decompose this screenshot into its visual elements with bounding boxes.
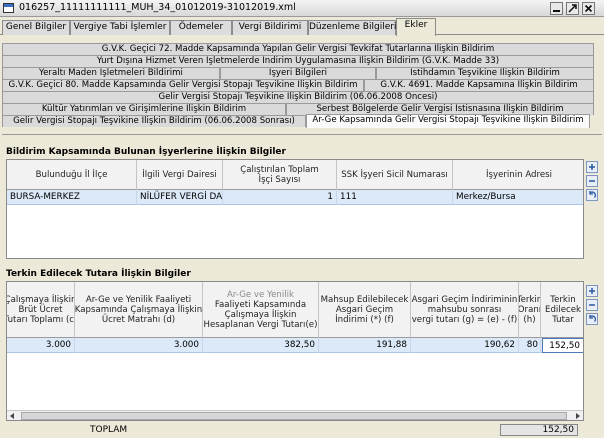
subtab-isyeri-bilgileri[interactable]: İşyeri Bilgileri	[220, 67, 376, 79]
subtab-gvk-gecici-80[interactable]: G.V.K. Geçici 80. Madde Kapsamında Gelir…	[2, 79, 364, 91]
undo-icon[interactable]	[586, 313, 598, 325]
deduction-grid: Çalışmaya İlişkin Brüt Ücret Tutarı Topl…	[6, 281, 584, 421]
main-tab-bar: Genel Bilgiler Vergiye Tabi İşlemler Öde…	[0, 18, 604, 36]
col-ssk-sicil[interactable]: SSK İşyeri Sicil Numarası	[337, 160, 453, 190]
col-terkin-orani[interactable]: Terkin Oranı (h)	[519, 282, 541, 338]
window-icon	[3, 3, 14, 13]
col-asgari-gecim[interactable]: Mahsup Edilebilecek Asgari Geçim İndirim…	[319, 282, 411, 338]
col-hesaplanan-vergi[interactable]: Ar-Ge ve Yenilik Faaliyeti Kapsamında Ça…	[203, 282, 319, 338]
tab-odemeler[interactable]: Ödemeler	[170, 20, 232, 35]
cell-brut-ucret[interactable]: 3.000	[7, 338, 75, 353]
add-row-icon[interactable]	[586, 161, 598, 173]
close-icon[interactable]	[582, 2, 595, 15]
deduction-header: Çalışmaya İlişkin Brüt Ücret Tutarı Topl…	[7, 282, 583, 338]
cell-il-ilce[interactable]: BURSA-MERKEZ	[7, 190, 137, 205]
cell-ssk-sicil[interactable]: 111	[337, 190, 453, 205]
col-ucret-matrahi[interactable]: Ar-Ge ve Yenilik Faaliyeti Kapsamında Ça…	[75, 282, 203, 338]
subtab-kultur-yatirimlari[interactable]: Kültür Yatırımları ve Girişimlerine İliş…	[2, 103, 286, 115]
tab-duzenleme-bilgileri[interactable]: Düzenleme Bilgileri	[308, 20, 396, 35]
delete-row-icon[interactable]	[586, 175, 598, 187]
tab-genel-bilgiler[interactable]: Genel Bilgiler	[2, 20, 70, 35]
workplaces-header: Bulunduğu İl İlçe İlgili Vergi Dairesi Ç…	[7, 160, 583, 190]
horizontal-scrollbar[interactable]	[7, 410, 583, 420]
scroll-right-icon[interactable]	[572, 411, 583, 420]
window-title: 016257_11111111111_MUH_34_01012019-31012…	[19, 2, 296, 13]
table-row[interactable]: BURSA-MERKEZ NİLÜFER VERGİ DAİ... 1 111 …	[7, 190, 583, 205]
col-vergi-tutari-g[interactable]: Asgari Geçim İndiriminin mahsubu sonrası…	[411, 282, 519, 338]
maximize-icon[interactable]	[566, 2, 579, 15]
col-isci-sayisi[interactable]: Çalıştırılan Toplam İşçi Sayısı	[223, 160, 337, 190]
cell-hesaplanan-vergi[interactable]: 382,50	[203, 338, 319, 353]
col-brut-ucret[interactable]: Çalışmaya İlişkin Brüt Ücret Tutarı Topl…	[7, 282, 75, 338]
workplaces-grid: Bulunduğu İl İlçe İlgili Vergi Dairesi Ç…	[6, 159, 584, 259]
scroll-thumb[interactable]	[21, 412, 567, 420]
scroll-left-icon[interactable]	[7, 411, 18, 420]
subtab-stopaj-oncesi[interactable]: Gelir Vergisi Stopajı Teşvikine İlişkin …	[2, 91, 594, 103]
delete-row-icon[interactable]	[586, 299, 598, 311]
subtab-istihdam-tesvik[interactable]: İstihdamın Teşvikine İlişkin Bildirim	[376, 67, 594, 79]
col-isyeri-adresi[interactable]: İşyerinin Adresi	[453, 160, 583, 190]
subtab-gvk-4691[interactable]: G.V.K. 4691. Madde Kapsamına İlişkin Bil…	[364, 79, 594, 91]
subtab-ar-ge[interactable]: Ar-Ge Kapsamında Gelir Vergisi Stopajı T…	[306, 114, 590, 128]
tab-vergi-bildirimi[interactable]: Vergi Bildirimi	[232, 20, 308, 35]
deduction-title: Terkin Edilecek Tutara İlişkin Bilgiler	[6, 269, 191, 279]
add-row-icon[interactable]	[586, 285, 598, 297]
cell-isyeri-adresi[interactable]: Merkez/Bursa	[453, 190, 583, 205]
total-value: 152,50	[500, 424, 578, 436]
workplaces-title: Bildirim Kapsamında Bulunan İşyerlerine …	[6, 147, 286, 157]
totals-bar: TOPLAM 152,50	[2, 423, 602, 437]
total-label: TOPLAM	[90, 425, 128, 435]
cell-ucret-matrahi[interactable]: 3.000	[75, 338, 203, 353]
ar-ge-panel: Bildirim Kapsamında Bulunan İşyerlerine …	[2, 134, 602, 436]
col-terkin-tutar[interactable]: Terkin Edilecek Tutar	[541, 282, 583, 338]
cell-vergi-tutari-g[interactable]: 190,62	[411, 338, 519, 353]
title-bar: 016257_11111111111_MUH_34_01012019-31012…	[0, 0, 604, 17]
cell-terkin-tutar[interactable]: 152,50	[542, 338, 583, 353]
subtab-yeralti-maden[interactable]: Yeraltı Maden İşletmeleri Bildirimi	[2, 67, 220, 79]
undo-icon[interactable]	[586, 189, 598, 201]
cell-isci-sayisi[interactable]: 1	[223, 190, 337, 205]
col-vergi-dairesi[interactable]: İlgili Vergi Dairesi	[137, 160, 223, 190]
cell-vergi-dairesi[interactable]: NİLÜFER VERGİ DAİ...	[137, 190, 223, 205]
col-il-ilce[interactable]: Bulunduğu İl İlçe	[7, 160, 137, 190]
subtab-yurt-disina-hizmet[interactable]: Yurt Dışına Hizmet Veren İşletmelerde İn…	[2, 55, 594, 67]
subtab-stopaj-sonrasi[interactable]: Gelir Vergisi Stopajı Teşvikine İlişkin …	[2, 115, 306, 127]
tab-vergiye-tabi-islemler[interactable]: Vergiye Tabi İşlemler	[70, 20, 170, 35]
cell-terkin-orani[interactable]: 80	[519, 338, 541, 353]
minimize-icon[interactable]	[550, 2, 563, 15]
table-row[interactable]: 3.000 3.000 382,50 191,88 190,62 80 152,…	[7, 338, 583, 353]
tab-ekler[interactable]: Ekler	[396, 18, 436, 36]
subtab-gvk-gecici-72[interactable]: G.V.K. Geçici 72. Madde Kapsamında Yapıl…	[2, 43, 594, 55]
cell-asgari-gecim[interactable]: 191,88	[319, 338, 411, 353]
